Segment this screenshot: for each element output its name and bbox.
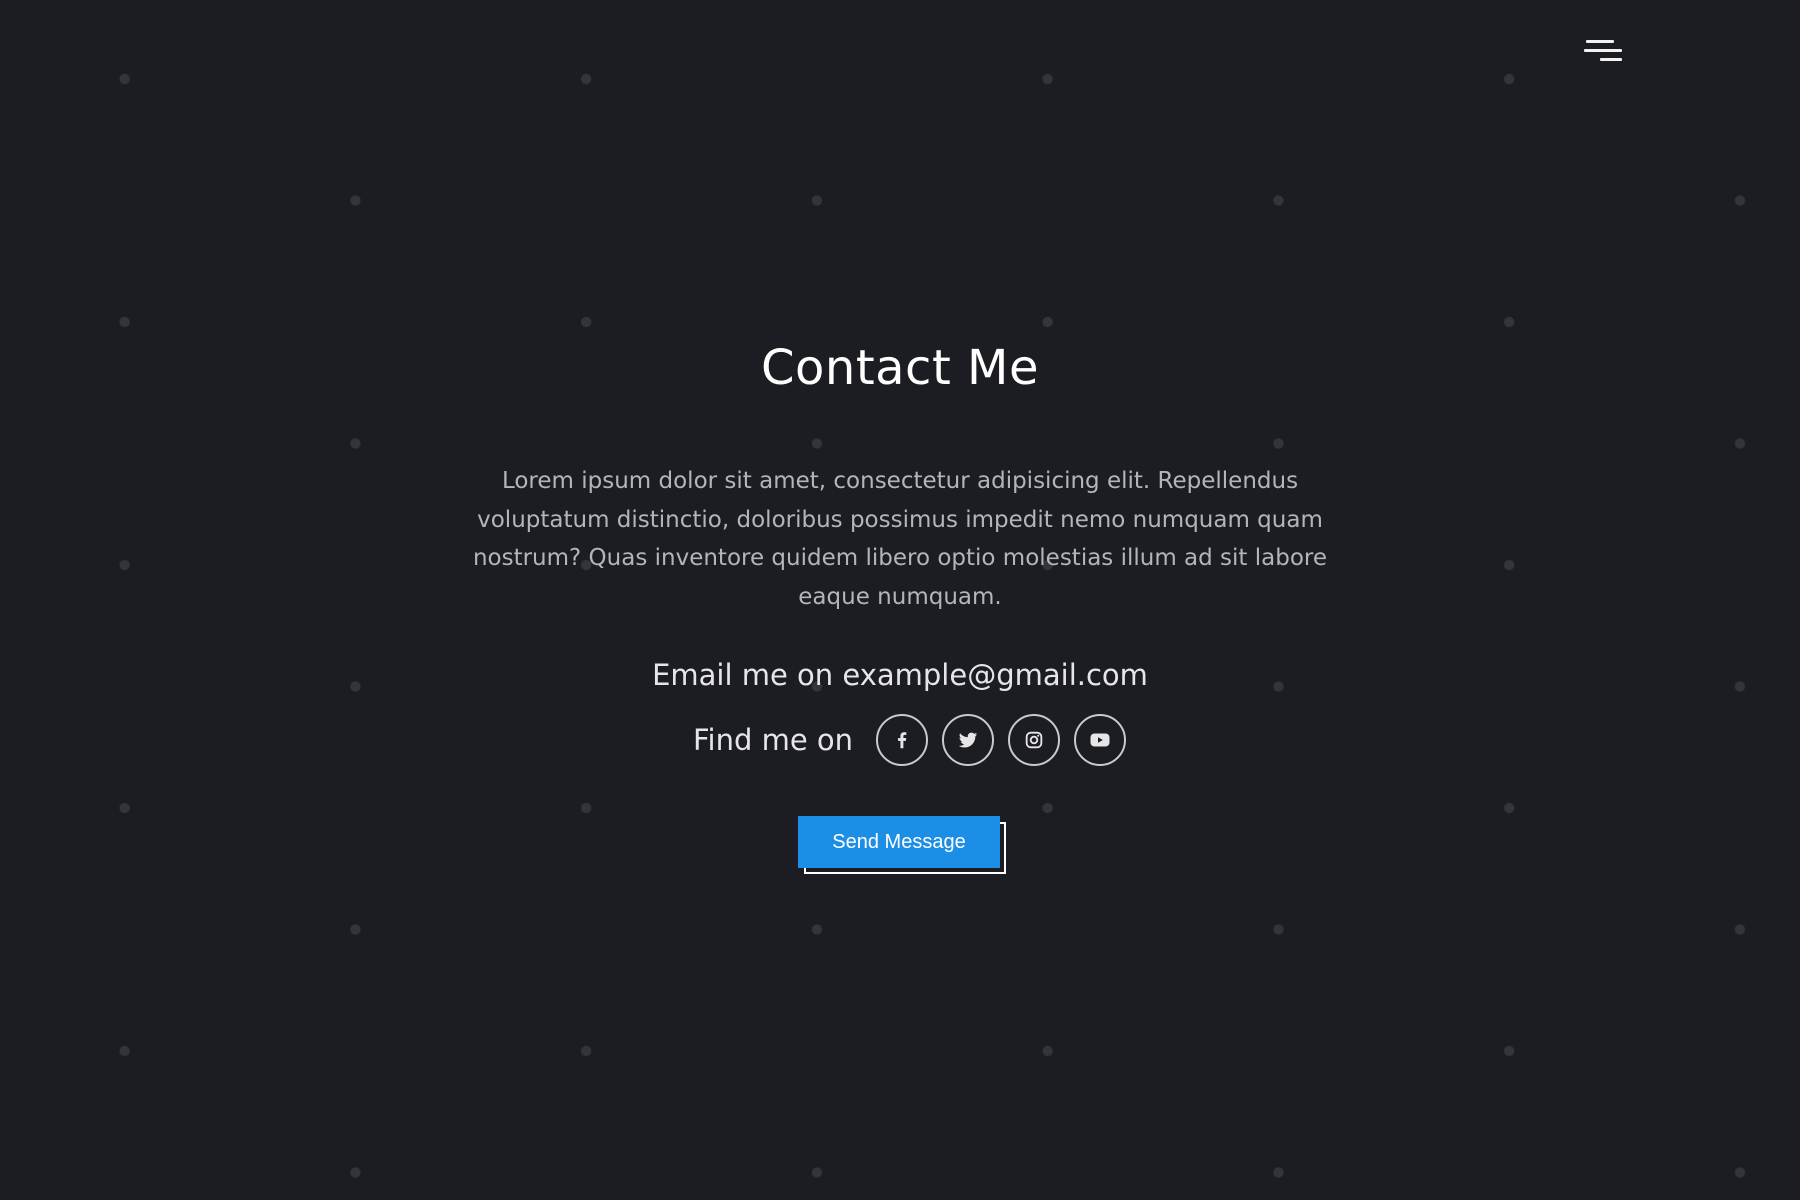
menu-line [1600,58,1622,61]
email-line: Email me on example@gmail.com [652,658,1148,692]
instagram-icon[interactable] [1008,714,1061,766]
hamburger-menu-button[interactable] [1578,38,1624,68]
send-message-button[interactable]: Send Message [798,816,1000,868]
twitter-icon[interactable] [942,714,995,766]
menu-line [1584,49,1622,52]
youtube-icon[interactable] [1074,714,1127,766]
send-message-button-wrapper: Send Message [798,816,1008,874]
social-row: Find me on [0,714,1800,766]
facebook-icon[interactable] [876,714,929,766]
page-title: Contact Me [761,340,1039,396]
menu-line [1586,40,1614,43]
find-me-label: Find me on [692,723,854,757]
contact-description: Lorem ipsum dolor sit amet, consectetur … [472,468,1328,610]
